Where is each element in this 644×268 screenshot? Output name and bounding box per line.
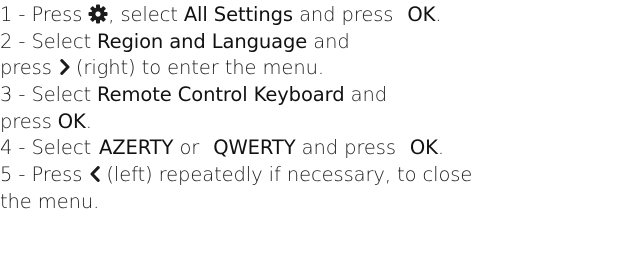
step-4-or: or [173, 136, 200, 160]
step-3-continuation: press OK. [0, 109, 644, 136]
step-2-prefix: 2 - Select [0, 29, 91, 53]
qwerty-term: QWERTY [213, 136, 296, 160]
step-4-after: and press [295, 136, 396, 160]
step-3-after: and [344, 83, 388, 107]
step-5-prefix: 5 - Press [0, 163, 83, 187]
remote-control-keyboard-term: Remote Control Keyboard [97, 83, 345, 107]
step-4-end: . [437, 136, 444, 160]
all-settings-term: All Settings [183, 3, 293, 26]
step-5-line: 5 - Press (left) repeatedly if necessary… [0, 162, 644, 189]
step-4-line: 4 - Select AZERTY or QWERTY and press OK. [0, 135, 644, 162]
step-5-tail: the menu. [0, 189, 100, 213]
chevron-left-icon [90, 165, 100, 182]
gear-icon [88, 4, 108, 24]
azerty-term: AZERTY [99, 136, 174, 160]
step-3-line: 3 - Select Remote Control Keyboard and [0, 82, 644, 109]
step-3-press: press [0, 109, 52, 133]
step-2-line: 2 - Select Region and Language and [0, 29, 644, 56]
chevron-right-icon [60, 58, 70, 75]
step-2-continuation: press (right) to enter the menu. [0, 55, 644, 82]
region-language-term: Region and Language [97, 29, 308, 53]
step-2-rest: (right) to enter the menu. [69, 56, 324, 80]
step-3-prefix: 3 - Select [0, 83, 91, 107]
step-1-prefix: 1 - Press [0, 3, 83, 26]
step-1-line: 1 - Press , select All Settings and press… [0, 2, 644, 29]
instructions-document: 1 - Press , select All Settings and press… [0, 2, 644, 216]
step-1-after: and press [292, 3, 394, 26]
step-5-rest: (left) repeatedly if necessary, to close [100, 163, 473, 187]
ok-term: OK [407, 3, 436, 26]
ok-term: OK [409, 136, 438, 160]
step-2-after: and [307, 29, 350, 53]
step-1-mid: , select [108, 3, 178, 26]
step-2-press: press [0, 56, 52, 80]
step-3-end: . [85, 109, 92, 133]
step-1-end: . [435, 3, 442, 26]
ok-term: OK [57, 109, 86, 133]
step-5-continuation: the menu. [0, 189, 644, 216]
step-4-prefix: 4 - Select [0, 136, 91, 160]
